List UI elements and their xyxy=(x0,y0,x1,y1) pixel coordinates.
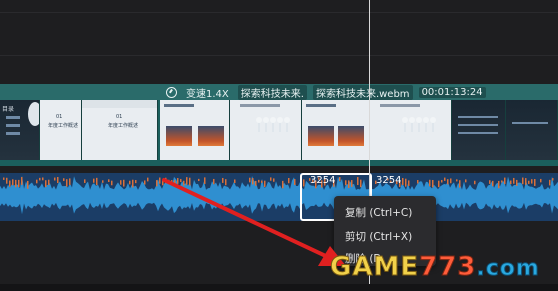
video-clip-header: 变速1.4X 探索科技未来. 探索科技未来.webm 00:01:13:24 xyxy=(0,84,558,100)
slide-title: 年度工作概述 xyxy=(108,123,139,129)
slide-label: 目录 xyxy=(2,106,15,113)
thumbnail-frame: 01 年度工作概述 xyxy=(40,100,82,160)
menu-item-cut[interactable]: 剪切 (Ctrl+X) xyxy=(345,229,412,244)
track-separator xyxy=(0,12,558,13)
thumbnail-frame xyxy=(160,100,230,160)
clip-name-1: 探索科技未来. xyxy=(237,84,307,100)
slide-title: 年度工作概述 xyxy=(48,123,79,129)
site-watermark: GAME773.com xyxy=(329,252,540,283)
slide-number: 01 xyxy=(116,114,123,120)
thumbnail-frame xyxy=(452,100,506,160)
thumbnail-frame xyxy=(230,100,302,160)
audio-waveform xyxy=(0,175,558,215)
menu-item-copy[interactable]: 复制 (Ctrl+C) xyxy=(345,205,412,220)
editor-timeline: 变速1.4X 探索科技未来. 探索科技未来.webm 00:01:13:24 目… xyxy=(0,0,558,291)
segment-marker-right: 3254 xyxy=(376,175,402,186)
segment-marker-left: 3254 xyxy=(310,175,336,186)
thumbnail-frame xyxy=(506,100,558,160)
video-thumbnails: 目录 01 年度工作概述 01 年度工作概述 xyxy=(0,100,558,160)
speed-icon xyxy=(166,86,177,98)
clip-name-2: 探索科技未来.webm xyxy=(312,84,413,100)
clip-duration: 00:01:13:24 xyxy=(418,86,486,98)
speed-label: 变速1.4X xyxy=(186,88,229,100)
thumbnail-frame: 目录 xyxy=(0,100,40,160)
thumbnail-frame xyxy=(370,100,452,160)
slide-number: 01 xyxy=(56,114,63,120)
thumbnail-frame xyxy=(302,100,370,160)
bottom-bar xyxy=(0,284,558,291)
thumbnail-frame: 01 年度工作概述 xyxy=(82,100,158,160)
track-separator xyxy=(0,55,558,56)
audio-clip[interactable] xyxy=(0,173,558,221)
video-clip[interactable]: 变速1.4X 探索科技未来. 探索科技未来.webm 00:01:13:24 目… xyxy=(0,84,558,166)
